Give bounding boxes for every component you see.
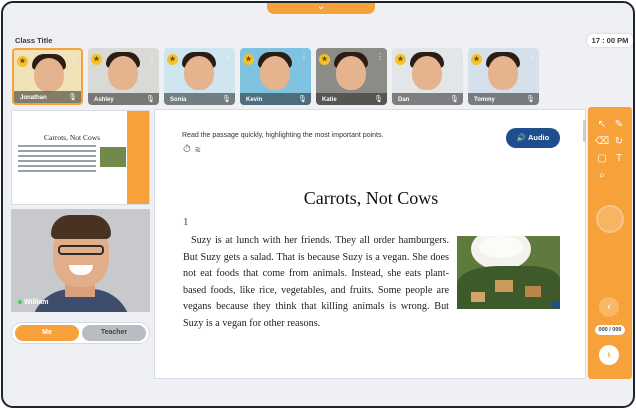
comment-icon[interactable]: ▢ bbox=[595, 153, 609, 165]
student-strip: ★ ⋮ Jonathan 🎙 ★ ⋮ Ashley 🎙 ★ ⋮ Sonia 🎙 … bbox=[12, 48, 539, 105]
passage-text: Suzy is at lunch with her friends. They … bbox=[183, 235, 449, 329]
passage-title: Carrots, Not Cows bbox=[303, 188, 439, 208]
student-tile-ashley[interactable]: ★ ⋮ Ashley 🎙 bbox=[88, 48, 159, 105]
slide-preview-title: Carrots, Not Cows bbox=[44, 133, 101, 142]
student-name: Tommy bbox=[474, 97, 495, 103]
student-name: Dan bbox=[398, 97, 410, 103]
expand-icon[interactable] bbox=[552, 301, 559, 308]
student-tile-katie[interactable]: ★ ⋮ Katie 🎙 bbox=[316, 48, 387, 105]
mic-muted-icon[interactable]: 🎙 bbox=[68, 93, 77, 101]
mic-muted-icon[interactable]: 🎙 bbox=[298, 95, 307, 103]
more-icon[interactable]: ⋮ bbox=[452, 52, 460, 61]
star-icon: ★ bbox=[167, 54, 178, 65]
teacher-video: William bbox=[11, 209, 150, 312]
star-icon: ★ bbox=[471, 54, 482, 65]
audio-button[interactable]: 🔊 Audio bbox=[506, 128, 560, 148]
chevron-down-icon: ⌄ bbox=[316, 1, 326, 12]
tool-sidebar: ↖ ✎ ⌫ ↻ ▢ T ⌕ ‹ 000 / 000 › bbox=[588, 107, 632, 379]
star-icon: ★ bbox=[91, 54, 102, 65]
glasses bbox=[58, 245, 104, 255]
speaker-icon: 🔊 bbox=[516, 133, 527, 142]
slide-preview-text bbox=[18, 145, 96, 175]
student-name: Jonathan bbox=[20, 95, 47, 101]
paragraph-number: 1 bbox=[183, 216, 189, 228]
page-indicator: 000 / 000 bbox=[595, 325, 625, 335]
student-name: Sonia bbox=[170, 97, 187, 103]
audio-label: Audio bbox=[527, 133, 550, 142]
slide-preview-image bbox=[100, 147, 126, 167]
eraser-icon[interactable]: ⌫ bbox=[595, 136, 609, 148]
star-icon: ★ bbox=[243, 54, 254, 65]
wave-icon: ≋ bbox=[194, 144, 205, 155]
reward-icon[interactable] bbox=[596, 205, 624, 233]
timer-icon: ⏱ bbox=[183, 144, 195, 155]
toggle-me[interactable]: Me bbox=[15, 325, 79, 341]
mic-muted-icon[interactable]: 🎙 bbox=[374, 95, 383, 103]
pointer-icon[interactable]: ↖ bbox=[595, 119, 609, 131]
more-icon[interactable]: ⋮ bbox=[70, 54, 78, 63]
more-icon[interactable]: ⋮ bbox=[376, 52, 384, 61]
slide-preview-toolbar bbox=[127, 111, 149, 204]
mic-muted-icon[interactable]: 🎙 bbox=[450, 95, 459, 103]
student-tile-sonia[interactable]: ★ ⋮ Sonia 🎙 bbox=[164, 48, 235, 105]
lesson-panel: Read the passage quickly, highlighting t… bbox=[154, 109, 586, 379]
student-tile-dan[interactable]: ★ ⋮ Dan 🎙 bbox=[392, 48, 463, 105]
passage-image bbox=[457, 236, 560, 309]
view-toggle: Me Teacher bbox=[11, 322, 150, 344]
star-icon: ★ bbox=[17, 56, 28, 67]
toggle-teacher[interactable]: Teacher bbox=[82, 325, 146, 341]
student-name: Ashley bbox=[94, 97, 114, 103]
online-status-dot bbox=[18, 300, 22, 304]
student-name: Katie bbox=[322, 97, 337, 103]
pen-icon[interactable]: ✎ bbox=[612, 119, 626, 131]
teacher-name: William bbox=[24, 299, 49, 306]
prev-page-button[interactable]: ‹ bbox=[599, 297, 619, 317]
mic-muted-icon[interactable]: 🎙 bbox=[222, 95, 231, 103]
app-frame: ⌄ Class Title 17 : 00 PM ★ ⋮ Jonathan 🎙 … bbox=[1, 1, 635, 408]
star-icon: ★ bbox=[319, 54, 330, 65]
student-tile-tommy[interactable]: ★ ⋮ Tommy 🎙 bbox=[468, 48, 539, 105]
student-name: Kevin bbox=[246, 97, 263, 103]
student-tile-kevin[interactable]: ★ ⋮ Kevin 🎙 bbox=[240, 48, 311, 105]
search-icon[interactable]: ⌕ bbox=[595, 170, 609, 182]
class-title: Class Title bbox=[15, 36, 53, 45]
more-icon[interactable]: ⋮ bbox=[528, 52, 536, 61]
mic-muted-icon[interactable]: 🎙 bbox=[146, 95, 155, 103]
redo-icon[interactable]: ↻ bbox=[612, 136, 626, 148]
scrollbar[interactable] bbox=[583, 120, 586, 142]
instruction-icons: ⏱≋ bbox=[183, 144, 204, 155]
more-icon[interactable]: ⋮ bbox=[224, 52, 232, 61]
next-page-button[interactable]: › bbox=[599, 345, 619, 365]
more-icon[interactable]: ⋮ bbox=[148, 52, 156, 61]
instruction-text: Read the passage quickly, highlighting t… bbox=[182, 132, 384, 139]
more-icon[interactable]: ⋮ bbox=[300, 52, 308, 61]
star-icon: ★ bbox=[395, 54, 406, 65]
clock: 17 : 00 PM bbox=[587, 34, 633, 47]
collapse-tab[interactable]: ⌄ bbox=[267, 1, 375, 14]
slide-preview[interactable]: Carrots, Not Cows bbox=[11, 110, 150, 205]
mic-muted-icon[interactable]: 🎙 bbox=[526, 95, 535, 103]
student-tile-jonathan[interactable]: ★ ⋮ Jonathan 🎙 bbox=[12, 48, 83, 105]
text-icon[interactable]: T bbox=[612, 153, 626, 165]
